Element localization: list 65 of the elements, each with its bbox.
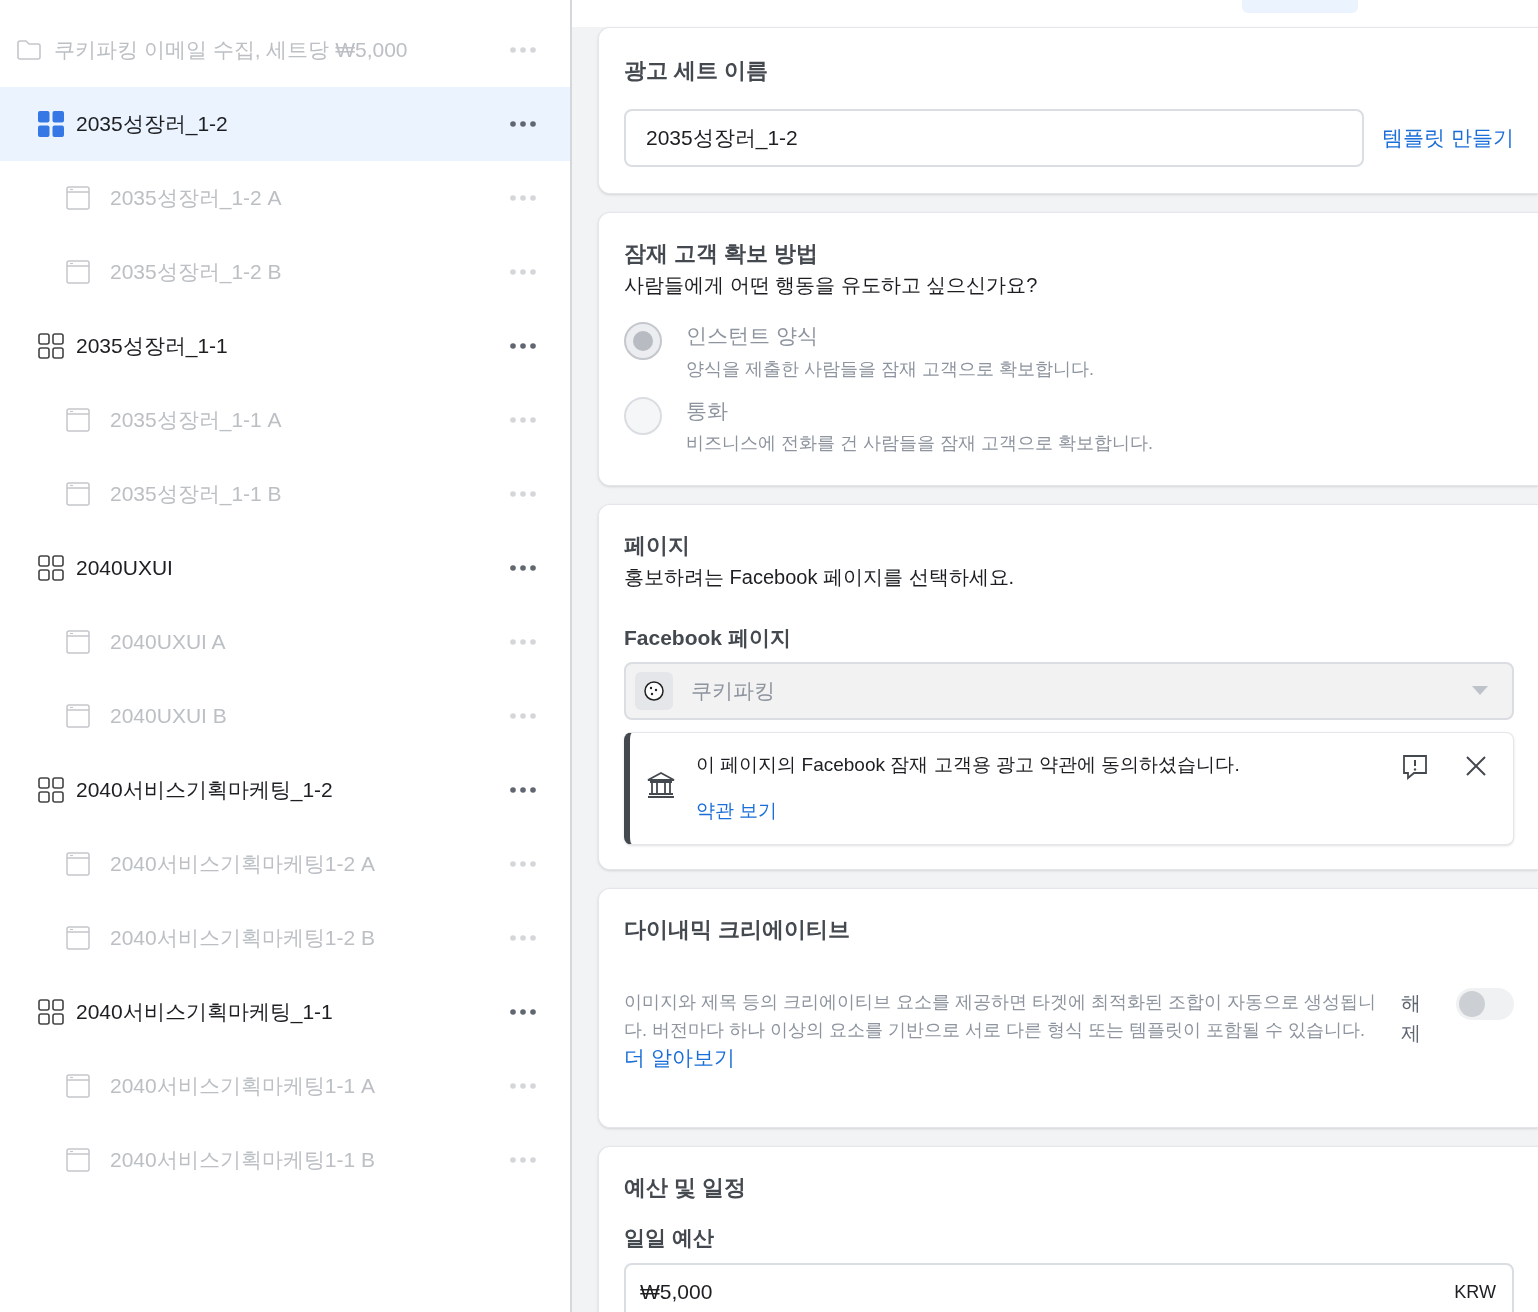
window-icon: [66, 186, 90, 210]
window-icon: [66, 852, 90, 876]
item-label: 2035성장러_1-2 A: [110, 185, 283, 212]
window-icon: [66, 1148, 90, 1172]
item-label: 2040서비스기획마케팅_1-1: [76, 999, 334, 1026]
grid-icon: [38, 777, 64, 803]
bank-icon: [646, 770, 676, 799]
description-text: 이미지와 제목 등의 크리에이티브 요소를 제공하면 타겟에 최적화된 조합이 자동으로 생성됩니다. 버전마다 하나 이상의 요소를 기반으로 서로 다른 형식 또는 템플릿이 포함될 수 있습니다. 더 알아보기: [624, 990, 1377, 1071]
option-description: 비즈니스에 전화를 건 사람들을 잠재 고객으로 확보합니다.: [686, 432, 1153, 455]
create-template-link[interactable]: 템플릿 만들기: [1382, 122, 1514, 154]
card-title: 예산 및 일정: [624, 1173, 748, 1202]
cookie-icon: [635, 671, 673, 710]
radio-button[interactable]: [624, 322, 662, 360]
page-select[interactable]: 쿠키파킹: [624, 661, 1514, 720]
item-label: 쿠키파킹 이메일 수집, 세트당 ₩5,000: [54, 37, 409, 64]
option-label: 통화: [686, 397, 729, 424]
select-value: 쿠키파킹: [691, 677, 776, 704]
grid-icon: [38, 111, 64, 137]
card-title: 페이지: [624, 532, 691, 560]
field-label: 일일 예산: [624, 1224, 715, 1251]
option-description: 양식을 제출한 사람들을 잠재 고객으로 확보합니다.: [686, 357, 1094, 381]
learn-more-link[interactable]: 더 알아보기: [624, 1045, 735, 1069]
window-icon: [66, 1074, 90, 1098]
item-label: 2035성장러_1-2 B: [110, 259, 283, 286]
currency-label: KRW: [1454, 1280, 1496, 1304]
item-label: 2040UXUI A: [110, 629, 227, 656]
field-label: Facebook 페이지: [624, 625, 792, 651]
option-label: 인스턴트 양식: [686, 323, 819, 349]
close-icon[interactable]: [1465, 754, 1487, 777]
grid-icon: [38, 333, 64, 359]
grid-icon: [38, 555, 64, 581]
card-subtitle: 사람들에게 어떤 행동을 유도하고 싶으신가요?: [624, 273, 1039, 298]
budget-value: ₩5,000: [640, 1279, 714, 1306]
toggle-label: 해제: [1400, 990, 1422, 1046]
notice-text: 이 페이지의 Facebook 잠재 고객용 광고 약관에 동의하셨습니다.: [696, 752, 1241, 777]
item-label: 2040서비스기획마케팅1-1 B: [110, 1147, 376, 1174]
card-title: 광고 세트 이름: [624, 57, 770, 85]
caret-icon: [1472, 686, 1488, 695]
feedback-icon[interactable]: [1401, 752, 1429, 781]
item-label: 2035성장러_1-1: [76, 333, 229, 360]
toggle-switch[interactable]: [1456, 987, 1514, 1020]
window-icon: [66, 482, 90, 506]
window-icon: [66, 260, 90, 284]
card-subtitle: 홍보하려는 Facebook 페이지를 선택하세요.: [624, 565, 1016, 590]
item-label: 2040서비스기획마케팅1-2 A: [110, 851, 376, 878]
item-label: 2035성장러_1-2: [76, 111, 229, 138]
window-icon: [66, 630, 90, 654]
radio-button[interactable]: [624, 396, 662, 435]
item-label: 2040서비스기획마케팅1-1 A: [110, 1073, 376, 1100]
item-label: 2040UXUI: [76, 555, 174, 582]
card-title: 다이내믹 크리에이티브: [624, 915, 852, 944]
view-terms-link[interactable]: 약관 보기: [696, 797, 778, 826]
grid-icon: [38, 999, 64, 1025]
item-label: 2040서비스기획마케팅1-2 B: [110, 925, 376, 952]
item-label: 2040UXUI B: [110, 703, 228, 730]
card-title: 잠재 고객 확보 방법: [624, 240, 820, 268]
item-label: 2040서비스기획마케팅_1-2: [76, 777, 334, 804]
folder-icon: [16, 39, 42, 61]
item-label: 2035성장러_1-1 B: [110, 481, 283, 508]
budget-field[interactable]: ₩5,000 KRW: [624, 1263, 1514, 1312]
name-input[interactable]: 2035성장러_1-2: [624, 109, 1365, 167]
window-icon: [66, 408, 90, 432]
item-label: 2035성장러_1-1 A: [110, 407, 283, 434]
window-icon: [66, 704, 90, 728]
window-icon: [66, 926, 90, 950]
